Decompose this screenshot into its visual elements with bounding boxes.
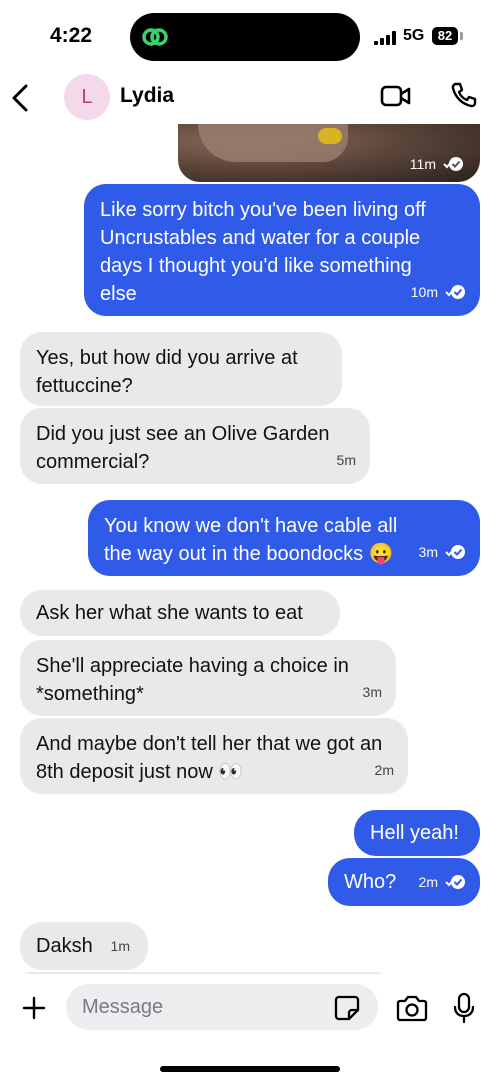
dynamic-island	[130, 13, 360, 61]
message-text: Did you just see an Olive Garden commerc…	[36, 423, 330, 473]
status-time: 4:22	[50, 24, 93, 47]
message-text: Hell yeah!	[370, 822, 459, 844]
message-meta: 3m	[363, 678, 382, 706]
incoming-message[interactable]: She'll appreciate having a choice in *so…	[20, 640, 396, 716]
message-text: You know we don't have cable all the way…	[104, 515, 398, 565]
plus-icon[interactable]	[22, 996, 46, 1020]
message-time: 1m	[110, 938, 130, 954]
outgoing-message[interactable]: Who? 2m	[328, 858, 480, 906]
read-check-icon	[443, 157, 463, 171]
read-check-icon	[445, 285, 465, 299]
status-bar: 4:22 5G 82	[0, 0, 500, 72]
photo-message[interactable]: 11m	[178, 124, 480, 182]
message-time: 2m	[374, 762, 394, 778]
photo-detail	[318, 128, 342, 144]
message-time: 5m	[336, 452, 356, 468]
message-time: 3m	[362, 684, 382, 700]
sticker-icon[interactable]	[334, 995, 360, 1021]
message-composer	[0, 974, 500, 1084]
chat-header: L Lydia	[0, 72, 500, 124]
incoming-message[interactable]: Daksh 1m	[20, 922, 148, 970]
read-check-icon	[445, 545, 465, 559]
contact-name[interactable]: Lydia	[120, 84, 174, 108]
message-text: Ask her what she wants to eat	[36, 602, 303, 624]
message-meta: 2m	[375, 756, 394, 784]
camera-icon[interactable]	[396, 994, 428, 1022]
outgoing-message[interactable]: You know we don't have cable all the way…	[88, 500, 480, 576]
message-time: 2m	[418, 874, 438, 890]
back-icon[interactable]	[8, 80, 34, 116]
battery-icon: 82	[432, 27, 458, 45]
video-call-icon[interactable]	[380, 84, 412, 108]
home-indicator[interactable]	[160, 1066, 340, 1072]
message-time: 10m	[410, 284, 438, 300]
message-text: And maybe don't tell her that we got an …	[36, 733, 383, 783]
message-time: 3m	[418, 544, 438, 560]
message-input[interactable]	[66, 984, 378, 1030]
message-text: Like sorry bitch you've been living off …	[100, 199, 426, 305]
message-text: Yes, but how did you arrive at fettuccin…	[36, 347, 298, 397]
message-meta: 1m	[111, 932, 130, 960]
incoming-message[interactable]: Yes, but how did you arrive at fettuccin…	[20, 332, 342, 406]
avatar[interactable]: L	[64, 74, 110, 120]
read-check-icon	[445, 875, 465, 889]
battery-nub	[460, 32, 463, 40]
incoming-message[interactable]: And maybe don't tell her that we got an …	[20, 718, 408, 794]
message-time: 11m	[409, 156, 436, 172]
incoming-message[interactable]: Ask her what she wants to eat	[20, 590, 340, 636]
link-icon	[142, 28, 168, 46]
network-label: 5G	[403, 27, 425, 44]
incoming-message[interactable]: Did you just see an Olive Garden commerc…	[20, 408, 370, 484]
microphone-icon[interactable]	[452, 992, 476, 1024]
message-meta: 3m	[419, 538, 466, 566]
message-meta: 5m	[337, 446, 356, 474]
message-meta: 2m	[419, 868, 466, 896]
phone-call-icon[interactable]	[450, 81, 478, 109]
signal-icon	[374, 31, 396, 45]
outgoing-message[interactable]: Like sorry bitch you've been living off …	[84, 184, 480, 316]
message-text: She'll appreciate having a choice in *so…	[36, 655, 349, 705]
outgoing-message[interactable]: Hell yeah!	[354, 810, 480, 856]
message-meta: 10m	[411, 278, 466, 306]
